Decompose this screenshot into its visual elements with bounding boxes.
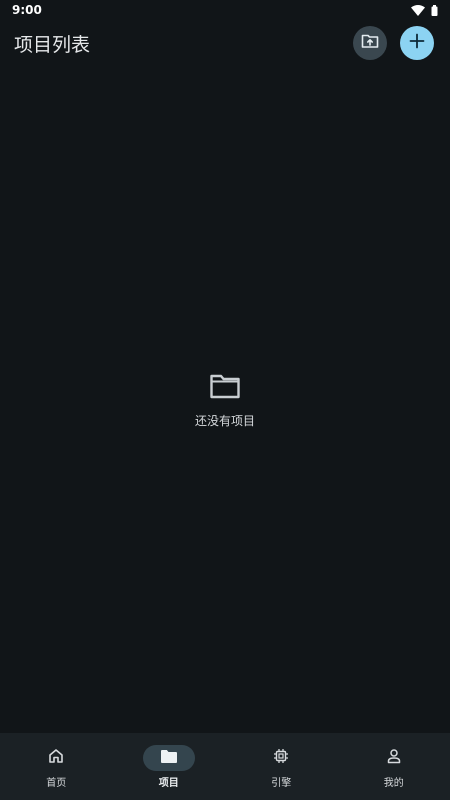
nav-icon-container	[142, 745, 195, 771]
add-project-button[interactable]	[400, 26, 434, 60]
status-time: 9:00	[12, 3, 42, 17]
nav-label-profile: 我的	[383, 778, 404, 789]
nav-icon-container	[255, 745, 307, 771]
page-title: 项目列表	[14, 33, 91, 56]
folder-outline-icon	[209, 372, 241, 404]
empty-state: 还没有项目	[0, 372, 450, 429]
app-bar: 项目列表	[0, 20, 450, 66]
nav-item-projects[interactable]: 项目	[113, 733, 226, 800]
home-icon	[48, 748, 64, 768]
nav-label-projects: 项目	[158, 778, 179, 789]
import-project-button[interactable]	[353, 26, 387, 60]
status-icons	[411, 1, 438, 20]
chip-icon	[273, 748, 289, 768]
nav-label-engine: 引擎	[271, 778, 292, 789]
bottom-navigation: 首页 项目 引擎 我的	[0, 733, 450, 800]
folder-icon	[160, 749, 178, 768]
empty-state-message: 还没有项目	[194, 414, 255, 428]
nav-item-engine[interactable]: 引擎	[225, 733, 338, 800]
folder-upload-icon	[361, 33, 379, 53]
battery-icon	[431, 1, 438, 20]
nav-icon-container	[30, 745, 82, 771]
nav-item-profile[interactable]: 我的	[338, 733, 450, 800]
nav-icon-container	[368, 745, 420, 771]
nav-item-home[interactable]: 首页	[0, 733, 113, 800]
wifi-icon	[411, 1, 425, 20]
person-icon	[386, 748, 402, 768]
nav-label-home: 首页	[46, 778, 67, 789]
plus-icon	[409, 33, 425, 53]
status-bar: 9:00	[0, 0, 450, 20]
screen: 9:00 项目列表 还没有项目 首页 项目 引擎 我的	[0, 0, 450, 800]
